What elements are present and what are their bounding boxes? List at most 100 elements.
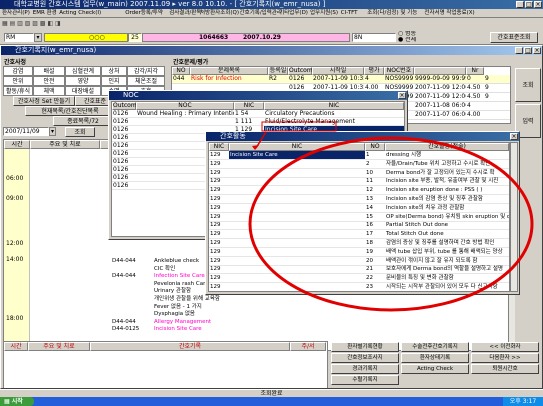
assessment-item[interactable]: 감염 — [3, 66, 33, 76]
inner-maximize-button[interactable]: □ — [524, 47, 532, 54]
nic-cell[interactable]: 14 — [365, 204, 385, 213]
problem-cell[interactable]: 0 — [466, 75, 484, 84]
problem-cell[interactable]: 2007-11-08 06:00 — [414, 102, 466, 111]
nic-cell[interactable]: 129 — [209, 265, 229, 275]
nic-cell[interactable]: 1 — [365, 151, 385, 160]
noc-cell[interactable] — [136, 118, 234, 126]
assessment-item[interactable]: 안위 — [3, 76, 33, 86]
date-field[interactable]: 8N — [352, 33, 396, 42]
nic-cell[interactable]: 129 — [209, 204, 229, 213]
noc-cell[interactable]: 0126 — [112, 118, 136, 126]
record-nav-button[interactable]: 환자별기록현황 — [331, 342, 399, 352]
problem-cell[interactable]: 4.50 — [466, 84, 484, 93]
menu-item[interactable]: 처방환자조회(Q) — [200, 10, 239, 17]
nic-cell[interactable]: 보호자에게 Derma bond의 역할을 설명하고 설명 — [385, 265, 509, 275]
maximize-button[interactable]: □ — [525, 1, 533, 8]
problem-cell[interactable]: 044 — [172, 75, 190, 84]
minimize-button[interactable]: _ — [516, 1, 524, 8]
nic-cell[interactable]: 129 — [209, 257, 229, 266]
record-date-select[interactable]: 2007/11/09 — [3, 127, 49, 136]
record-nav-button[interactable]: 수혈기록지 — [331, 375, 399, 385]
nic-cell[interactable]: 시작되는 시작부 관찰되어 있어 모두 다 신고사항 — [385, 283, 509, 291]
record-nav-button[interactable]: 퇴원시간호 — [471, 364, 539, 374]
assessment-action-button[interactable]: 현재목록/간호진단목록 — [25, 106, 115, 116]
nic-cell[interactable]: 129 — [209, 186, 229, 196]
nic-cell[interactable]: 129 — [209, 274, 229, 284]
problem-cell[interactable]: 9 — [484, 93, 510, 102]
nic-cell[interactable] — [229, 177, 365, 187]
nic-cell[interactable]: 129 — [209, 248, 229, 257]
nic-cell[interactable]: Incision site 부종, 발적, 유출여부 관찰 및 시진 — [385, 177, 509, 187]
problem-cell[interactable]: NOS9999 — [384, 75, 414, 84]
menu-item[interactable]: 검사결과/판독 — [169, 10, 201, 17]
nic-cell[interactable]: 129 — [209, 169, 229, 178]
date-dropdown-icon[interactable]: ▾ — [49, 127, 56, 136]
noc-cell[interactable]: 0126 — [112, 134, 136, 142]
nic-cell[interactable]: Incision site의 감염 증상 및 징후 관찰함 — [385, 195, 509, 204]
noc-cell[interactable]: Wound Healing : Primary Intention — [136, 110, 234, 118]
problem-cell[interactable]: ND0129 — [510, 111, 511, 120]
problem-cell[interactable]: 2007-11-09 10:35 — [312, 75, 364, 84]
problem-cell[interactable]: 2007-11-09 12:00 — [414, 84, 466, 93]
noc-cell[interactable]: 0126 — [112, 174, 136, 182]
noc-cell[interactable]: 1 111 — [234, 118, 264, 126]
problem-cell[interactable]: 4 — [466, 102, 484, 111]
menu-item[interactable]: Order등록/투약 — [125, 10, 163, 17]
nic-cell[interactable]: 129 — [209, 160, 229, 169]
noc-cell[interactable]: 1 54 — [234, 110, 264, 118]
nic-cell[interactable]: Incision Site Care — [229, 151, 365, 160]
nic-cell[interactable]: 12 — [365, 186, 385, 196]
inner-close-button[interactable]: × — [533, 47, 541, 54]
problem-cell[interactable]: 4 — [364, 75, 384, 84]
menu-item[interactable]: 조회(다/검정) 및 기능 — [367, 10, 417, 17]
menu-item[interactable]: 기타업무(D) — [279, 10, 308, 17]
nic-cell[interactable]: 20 — [365, 257, 385, 266]
inner-minimize-button[interactable]: _ — [515, 47, 523, 54]
record-nav-button[interactable]: 수술전후간호기록지 — [401, 342, 469, 352]
nic-cell[interactable]: 129 — [209, 177, 229, 187]
assessment-item[interactable]: 활동/휴식 — [3, 86, 33, 96]
problem-cell[interactable]: ND0129 — [510, 93, 511, 102]
ward-dropdown-icon[interactable]: ▾ — [34, 33, 42, 42]
assessment-action-button[interactable]: 종료목록/72 — [53, 116, 113, 126]
menu-item[interactable]: 전자서명 — [424, 10, 444, 17]
problem-cell[interactable]: 2007-11-07 06:00 — [414, 111, 466, 120]
nic-cell[interactable] — [229, 195, 365, 204]
nic-cell[interactable]: 21 — [365, 265, 385, 275]
close-button[interactable]: × — [534, 1, 542, 8]
problem-cell[interactable]: 2007-11-09 12:00 — [414, 93, 466, 102]
nic-close-button[interactable]: × — [510, 133, 518, 140]
nic-cell[interactable]: Total Stitch Out done — [385, 230, 509, 240]
noc-cell[interactable]: 0126 — [112, 158, 136, 166]
problem-search-button[interactable]: 조회 — [515, 68, 541, 102]
noc-cell[interactable]: 0126 — [112, 142, 136, 150]
nic-cell[interactable]: 배액관이 꺾이지 않고 잘 유지 되도록 함 — [385, 257, 509, 266]
nic-cell[interactable] — [229, 169, 365, 178]
ward-select[interactable]: RM — [4, 33, 34, 42]
date-search-button[interactable]: 조회 — [65, 127, 95, 137]
noc-cell[interactable]: Fluid/Electrolyte Management — [264, 118, 404, 126]
nic-cell[interactable]: Incision site의 치유 과정 관찰함 — [385, 204, 509, 213]
noc-cell[interactable]: 0126 — [112, 110, 136, 118]
problem-cell[interactable] — [484, 102, 510, 111]
all-radio[interactable]: ● 전체 — [398, 37, 428, 43]
assessment-item[interactable]: 대장배설 — [65, 86, 101, 96]
problem-cell[interactable]: 4.50 — [466, 93, 484, 102]
nic-cell[interactable] — [229, 265, 365, 275]
nic-cell[interactable]: 16 — [365, 221, 385, 231]
nic-cell[interactable]: dressing 시행 — [385, 151, 509, 160]
assessment-item[interactable]: 안전 — [33, 76, 65, 86]
nic-cell[interactable]: 129 — [209, 283, 229, 291]
nic-cell[interactable] — [229, 274, 365, 284]
nic-cell[interactable]: Derma bond가 잘 고정되어 있는지 수시로 확 — [385, 169, 509, 178]
menu-item[interactable]: 환자관리(P) — [2, 10, 30, 17]
noc-cell[interactable]: Circulatory Precautions — [264, 110, 404, 118]
record-nav-button[interactable]: 간호정보조사지 — [331, 353, 399, 363]
problem-cell[interactable]: 9999-09-09 99:99 — [414, 75, 466, 84]
menu-item[interactable]: EMR 환경 — [33, 10, 57, 17]
problem-cell[interactable]: Risk for Infection — [190, 75, 268, 84]
nic-cell[interactable] — [229, 239, 365, 248]
nic-cell[interactable]: 129 — [209, 213, 229, 222]
assessment-item[interactable]: 체온조절 — [127, 76, 165, 86]
problem-cell[interactable]: 9 — [484, 75, 510, 84]
